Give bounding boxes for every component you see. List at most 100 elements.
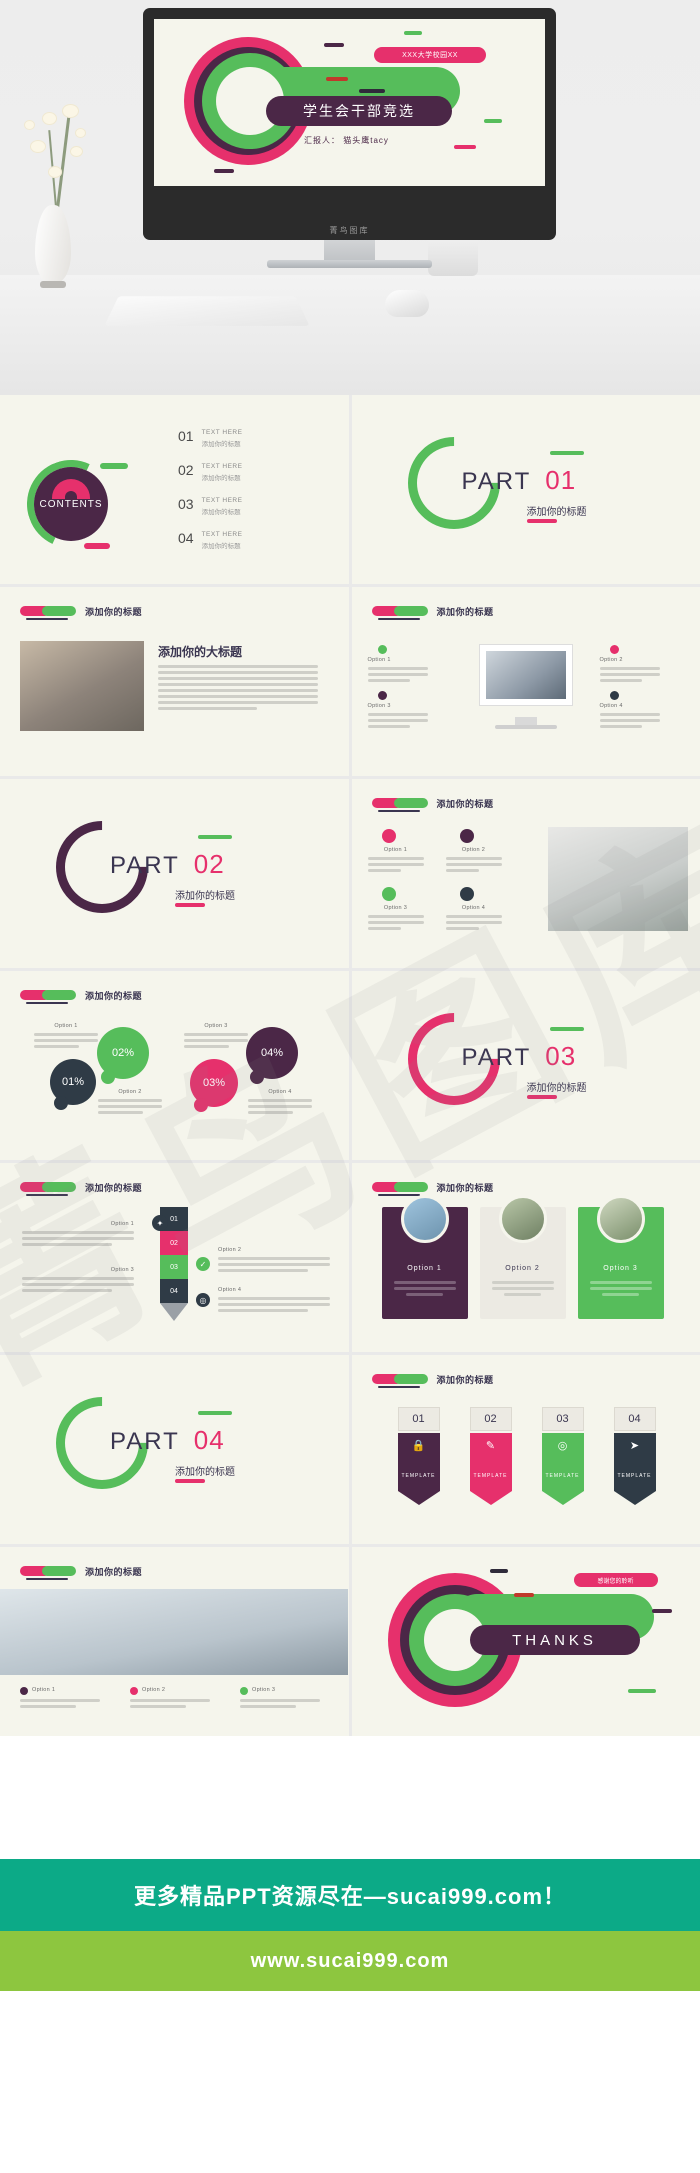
- slide-ribbons[interactable]: 添加你的标题 01 🔒 TEMPLATE 02 ✎ TEMPLATE 03 ◎ …: [351, 1355, 700, 1544]
- flower-bloom: [75, 128, 86, 138]
- monitor-brand-label: 菁鸟图库: [329, 226, 370, 235]
- slide-row: PART 02 添加你的标题 添加你的标题 Option 1 Option 2 …: [0, 779, 700, 968]
- slide-header: 添加你的标题: [371, 605, 494, 620]
- option-label: Option 2: [599, 657, 623, 663]
- slide-row: PART 04 添加你的标题 添加你的标题 01 🔒 TEMPLATE 02 ✎…: [0, 1355, 700, 1544]
- card-photo: [400, 1195, 449, 1243]
- bullet-dot: [20, 1687, 28, 1695]
- option-body: [22, 1277, 134, 1295]
- slide-monitor-options[interactable]: 添加你的标题 Option 1 Option 3 Option 2 Option…: [351, 587, 700, 776]
- bubble-04[interactable]: 04%: [246, 1027, 298, 1084]
- step-number[interactable]: 04: [160, 1279, 188, 1303]
- star-icon: ✦: [152, 1215, 168, 1231]
- slide-part-03[interactable]: PART 03 添加你的标题: [351, 971, 700, 1160]
- deco-dash: [513, 1593, 534, 1597]
- slide-header-title: 添加你的标题: [436, 799, 494, 809]
- footer-promo-band[interactable]: 更多精品PPT资源尽在—sucai999.com！: [0, 1859, 700, 1931]
- option-label: Option 3: [110, 1267, 134, 1273]
- bullet-dot: [609, 691, 619, 700]
- header-pill-icon: [20, 989, 76, 1004]
- deco-dash: [489, 1569, 508, 1573]
- list-item[interactable]: 01 TEXT HERE 添加你的标题: [178, 429, 318, 448]
- part-subtitle: 添加你的标题: [175, 891, 235, 902]
- option-label: Option 1: [54, 1023, 78, 1029]
- option-label: Option 1: [367, 657, 391, 663]
- option-body: [20, 1699, 100, 1711]
- part-number: 04: [193, 1425, 225, 1455]
- slide-thanks[interactable]: THANKS 感谢您的聆听: [351, 1547, 700, 1736]
- list-item[interactable]: 04 TEXT HERE 添加你的标题: [178, 531, 318, 550]
- ribbon-2[interactable]: ✎ TEMPLATE: [469, 1433, 512, 1505]
- ribbon-head-number: 01: [397, 1407, 440, 1431]
- photo-title: 添加你的大标题: [158, 645, 243, 659]
- option-label: Option 1: [32, 1687, 56, 1693]
- part-subtitle: 添加你的标题: [526, 507, 587, 518]
- option-label: Option 4: [268, 1089, 292, 1095]
- bullet-dot: [459, 829, 474, 843]
- option-label: Option 4: [599, 703, 623, 709]
- send-icon: ➤: [629, 1440, 640, 1452]
- slide-part-02[interactable]: PART 02 添加你的标题: [0, 779, 349, 968]
- slide-cards[interactable]: 添加你的标题 Option 1 Option 2 Option 3: [351, 1163, 700, 1352]
- slide-photo-text[interactable]: 添加你的标题 添加你的大标题: [0, 587, 349, 776]
- option-body: [367, 713, 428, 731]
- option-label: Option 4: [461, 905, 486, 911]
- ribbon-3[interactable]: ◎ TEMPLATE: [541, 1433, 584, 1505]
- thanks-text: THANKS: [469, 1625, 640, 1655]
- toc-cn: 添加你的标题: [201, 509, 241, 516]
- vase: [35, 205, 71, 283]
- bubble-03[interactable]: 03%: [190, 1059, 238, 1112]
- footer-url-band[interactable]: www.sucai999.com: [0, 1931, 700, 1991]
- deco-dash: [526, 1095, 557, 1099]
- bubble-01[interactable]: 01%: [50, 1059, 96, 1110]
- slide-steps[interactable]: 添加你的标题 Option 1 Option 3 Option 2 Option…: [0, 1163, 349, 1352]
- bullet-dot: [377, 691, 387, 700]
- photo-workspace: [547, 827, 688, 931]
- ribbon-1[interactable]: 🔒 TEMPLATE: [397, 1433, 440, 1505]
- list-item[interactable]: 03 TEXT HERE 添加你的标题: [178, 497, 318, 516]
- bullet-dot: [609, 645, 619, 654]
- footer-promo-text: 更多精品PPT资源尽在—sucai999.com！: [133, 1884, 567, 1909]
- list-item[interactable]: 02 TEXT HERE 添加你的标题: [178, 463, 318, 482]
- card-option-3[interactable]: Option 3: [577, 1195, 664, 1319]
- card-option-2[interactable]: Option 2: [479, 1195, 566, 1319]
- deco-dash: [627, 1689, 656, 1693]
- deco-dash: [175, 1479, 205, 1483]
- slide-part-04[interactable]: PART 04 添加你的标题: [0, 1355, 349, 1544]
- monitor-frame: XXX大学校园XX 学生会干部竞选 汇报人： 猫头鹰tacy 菁鸟图库: [143, 8, 556, 240]
- footer-tail: [0, 1991, 700, 2086]
- card-photo: [498, 1195, 547, 1243]
- option-body: [367, 667, 428, 685]
- slide-contents[interactable]: CONTENTS 01 TEXT HERE 添加你的标题 02 TEXT HER…: [0, 395, 349, 584]
- footer-url-text: www.sucai999.com: [250, 1949, 450, 1972]
- ribbon-label: TEMPLATE: [401, 1473, 436, 1479]
- toc-cn: 添加你的标题: [201, 441, 241, 448]
- card-option-1[interactable]: Option 1: [381, 1195, 468, 1319]
- slide-header-title: 添加你的标题: [436, 1375, 494, 1385]
- header-pill-icon: [371, 605, 428, 620]
- header-pill-icon: [371, 1373, 428, 1388]
- slide-bubbles[interactable]: 添加你的标题 Option 1 01% 02% Option 2 Option …: [0, 971, 349, 1160]
- ribbon-4[interactable]: ➤ TEMPLATE: [613, 1433, 656, 1505]
- flower-bloom: [62, 104, 79, 118]
- step-number[interactable]: 03: [160, 1255, 188, 1279]
- option-body: [218, 1257, 330, 1275]
- monitor-neck-icon: [514, 717, 537, 725]
- bubble-02[interactable]: 02%: [97, 1027, 149, 1084]
- slide-four-options[interactable]: 添加你的标题 Option 1 Option 2 Option 3 Option…: [351, 779, 700, 968]
- header-pill-icon: [20, 1565, 76, 1580]
- deco-dash: [198, 1411, 232, 1415]
- photo-desk: [20, 641, 144, 731]
- step-number[interactable]: 02: [160, 1231, 188, 1255]
- slide-part-01[interactable]: PART 01 添加你的标题: [351, 395, 700, 584]
- keyboard: [104, 296, 310, 326]
- ribbon-label: TEMPLATE: [473, 1473, 508, 1479]
- slide-row: 添加你的标题 Option 1 Option 3 Option 2 Option…: [0, 1163, 700, 1352]
- part-subtitle: 添加你的标题: [175, 1467, 235, 1478]
- part-number: 01: [545, 465, 577, 495]
- option-body: [218, 1297, 330, 1315]
- option-label: Option 1: [110, 1221, 134, 1227]
- header-pill-icon: [371, 797, 428, 812]
- slide-city[interactable]: 添加你的标题 Option 1 Option 2 Option 3: [0, 1547, 349, 1736]
- deco-dash: [404, 31, 422, 35]
